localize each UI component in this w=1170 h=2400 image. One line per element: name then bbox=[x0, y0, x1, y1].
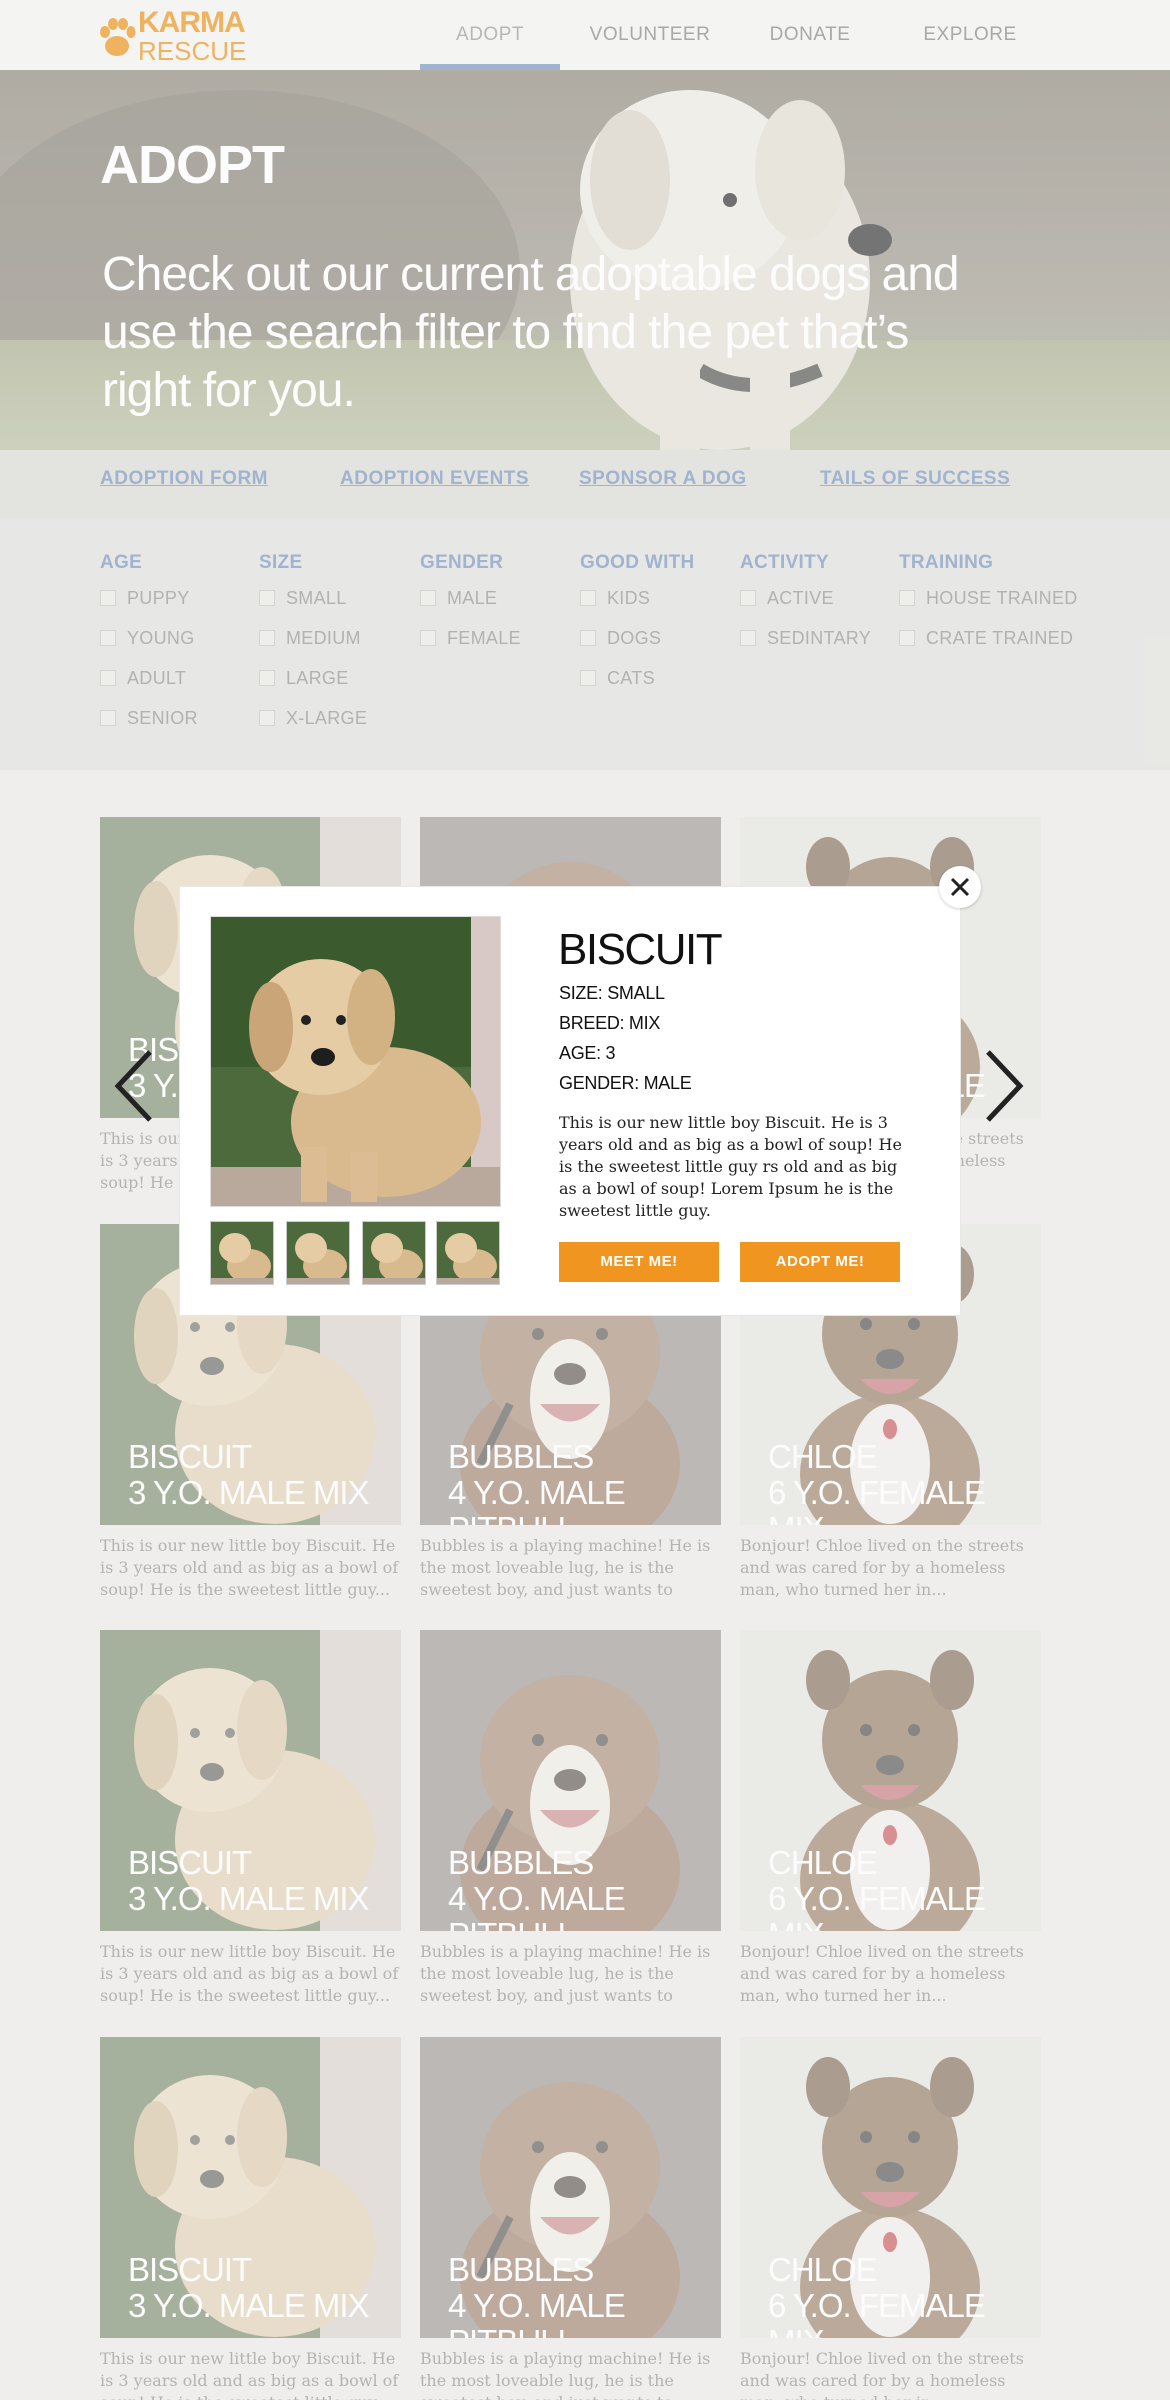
thumbnail-4[interactable] bbox=[436, 1221, 500, 1285]
dog-age: AGE: 3 bbox=[559, 1043, 616, 1063]
next-arrow-icon[interactable] bbox=[982, 1048, 1026, 1124]
dog-description: This is our new little boy Biscuit. He i… bbox=[559, 1113, 902, 1220]
prev-arrow-icon[interactable] bbox=[112, 1048, 156, 1124]
dog-size: SIZE: SMALL bbox=[559, 983, 665, 1003]
dog-main-photo bbox=[210, 916, 501, 1207]
dog-gender: GENDER: MALE bbox=[559, 1073, 692, 1093]
adopt-me-button[interactable]: ADOPT ME! bbox=[740, 1242, 900, 1282]
dog-breed: BREED: MIX bbox=[559, 1013, 661, 1033]
dog-detail-modal: BISCUIT SIZE: SMALL BREED: MIX AGE: 3 GE… bbox=[180, 887, 960, 1315]
close-icon[interactable] bbox=[939, 866, 981, 908]
thumbnail-1[interactable] bbox=[210, 1221, 274, 1285]
meet-me-button[interactable]: MEET ME! bbox=[559, 1242, 719, 1282]
dog-name: BISCUIT bbox=[558, 925, 723, 974]
thumbnail-3[interactable] bbox=[362, 1221, 426, 1285]
thumbnail-2[interactable] bbox=[286, 1221, 350, 1285]
